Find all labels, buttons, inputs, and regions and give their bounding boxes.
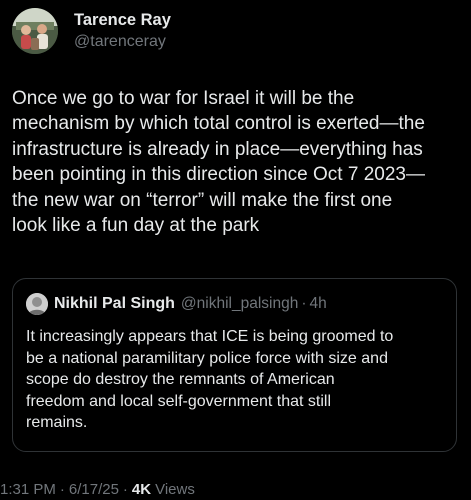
author-names: Tarence Ray @tarenceray bbox=[74, 10, 171, 52]
author-avatar[interactable] bbox=[12, 8, 58, 54]
views-count[interactable]: 4K bbox=[132, 481, 151, 498]
author-row: Tarence Ray @tarenceray bbox=[12, 8, 171, 54]
quote-header: Nikhil Pal Singh @nikhil_palsingh · 4h bbox=[26, 293, 327, 315]
quote-author-avatar bbox=[26, 293, 48, 315]
views-label: Views bbox=[155, 481, 195, 498]
tweet-text: Once we go to war for Israel it will be … bbox=[12, 88, 425, 237]
quote-separator: · bbox=[301, 295, 307, 312]
quote-timestamp: 4h bbox=[309, 295, 327, 312]
tweet-time[interactable]: 1:31 PM bbox=[0, 481, 56, 498]
meta-separator: · bbox=[59, 481, 65, 498]
quote-tweet-card[interactable]: Nikhil Pal Singh @nikhil_palsingh · 4h I… bbox=[12, 278, 457, 452]
quote-author-display-name: Nikhil Pal Singh bbox=[54, 295, 175, 312]
author-display-name[interactable]: Tarence Ray bbox=[74, 10, 171, 31]
author-handle[interactable]: @tarenceray bbox=[74, 31, 171, 52]
tweet-date[interactable]: 6/17/25 bbox=[69, 481, 119, 498]
tweet: Tarence Ray @tarenceray Once we go to wa… bbox=[0, 0, 471, 500]
quote-author-handle: @nikhil_palsingh bbox=[180, 295, 299, 312]
meta-separator-2: · bbox=[122, 481, 128, 498]
quote-text: It increasingly appears that ICE is bein… bbox=[26, 328, 394, 432]
tweet-meta: 1:31 PM · 6/17/25 · 4K Views bbox=[0, 481, 195, 498]
